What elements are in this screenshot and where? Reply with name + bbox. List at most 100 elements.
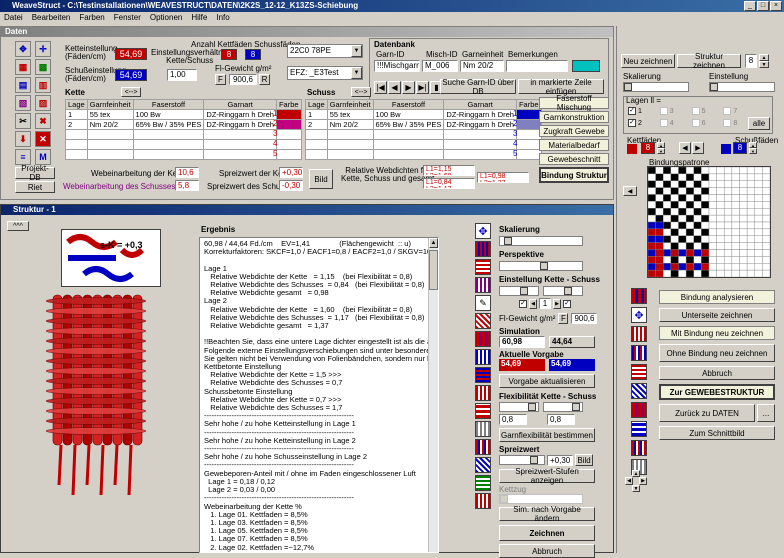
patrone-cell[interactable]	[678, 201, 687, 209]
patrone-cell[interactable]	[724, 194, 733, 202]
patrone-cell[interactable]	[754, 208, 763, 216]
slider-thumb[interactable]	[520, 287, 528, 295]
patrone-cell[interactable]	[731, 235, 740, 243]
patrone-cell[interactable]	[663, 208, 672, 216]
patrone-cell[interactable]	[754, 269, 763, 278]
cross-icon[interactable]: ✖	[35, 113, 51, 129]
patrone-cell[interactable]	[746, 208, 755, 216]
patrone-cell[interactable]	[754, 187, 763, 195]
patrone-cell[interactable]	[655, 269, 664, 278]
materialbedarf-button[interactable]: Materialbedarf	[539, 139, 609, 151]
patrone-cell[interactable]	[731, 214, 740, 223]
bindungspatrone-grid[interactable]	[647, 166, 771, 278]
patrone-cell[interactable]	[670, 208, 679, 216]
pen-icon[interactable]: ✎	[475, 295, 491, 311]
stack-icon[interactable]: ≡	[15, 149, 31, 165]
patrone-cell[interactable]	[754, 194, 763, 202]
patrone-cell[interactable]	[647, 228, 656, 236]
patrone-cell[interactable]	[746, 235, 755, 243]
patrone-cell[interactable]	[693, 228, 702, 236]
einst-spin-input[interactable]: 1	[539, 298, 551, 309]
spreizwert-input[interactable]: +0,30	[547, 454, 573, 466]
patrone-cell[interactable]	[685, 256, 694, 264]
table-cell[interactable]: 65% Bw / 35% PES	[132, 119, 205, 130]
patrone-cell[interactable]	[685, 242, 694, 250]
patrone-cell[interactable]	[701, 214, 710, 223]
patrone-cell[interactable]	[739, 166, 748, 175]
patrone-cell[interactable]	[663, 187, 672, 195]
patrone-cell[interactable]	[655, 180, 664, 188]
scissors-icon[interactable]: ✂	[15, 113, 31, 129]
slider-thumb[interactable]	[540, 262, 548, 270]
garneinheit-input[interactable]: Nm 20/2	[460, 60, 504, 72]
pattern-icon[interactable]	[475, 277, 491, 293]
patrone-cell[interactable]	[685, 221, 694, 230]
pattern-icon[interactable]	[475, 421, 491, 437]
patrone-cell[interactable]	[670, 256, 679, 264]
patrone-cell[interactable]	[754, 201, 763, 209]
patrone-cell[interactable]	[716, 249, 725, 257]
webeinarb-kette-input[interactable]: 10,6	[175, 167, 199, 178]
patrone-cell[interactable]	[670, 221, 679, 230]
patrone-cell[interactable]	[647, 242, 656, 250]
patrone-cell[interactable]	[663, 166, 672, 175]
collapse-button[interactable]: ^^^	[7, 221, 29, 231]
patrone-cell[interactable]	[739, 249, 748, 257]
patrone-cell[interactable]	[701, 249, 710, 257]
patrone-cell[interactable]	[724, 235, 733, 243]
patrone-cell[interactable]	[739, 194, 748, 202]
alle-button[interactable]: alle	[748, 117, 770, 130]
patrone-cell[interactable]	[655, 208, 664, 216]
patrone-cell[interactable]	[663, 263, 672, 271]
patrone-cell[interactable]	[678, 242, 687, 250]
patrone-cell[interactable]	[724, 214, 733, 223]
table-row[interactable]	[65, 149, 302, 160]
patrone-cell[interactable]	[701, 187, 710, 195]
patrone-cell[interactable]	[724, 173, 733, 181]
right-arrow-icon[interactable]: ▶	[639, 477, 647, 485]
patrone-cell[interactable]	[754, 214, 763, 223]
patrone-cell[interactable]	[670, 180, 679, 188]
move-icon[interactable]: ✥	[631, 307, 647, 323]
patrone-cell[interactable]	[655, 173, 664, 181]
patrone-cell[interactable]	[670, 201, 679, 209]
abbruch-button[interactable]: Abbruch	[499, 544, 595, 558]
patrone-cell[interactable]	[647, 208, 656, 216]
patrone-cell[interactable]	[739, 269, 748, 278]
neu-zeichnen-button[interactable]: Neu zeichnen	[621, 54, 675, 68]
patrone-cell[interactable]	[716, 228, 725, 236]
menu-info[interactable]: Info	[216, 12, 229, 24]
patrone-cell[interactable]	[724, 256, 733, 264]
left-arrow-icon[interactable]: ◀	[623, 186, 637, 196]
table-row[interactable]	[305, 139, 542, 150]
patrone-cell[interactable]	[724, 221, 733, 230]
patrone-cell[interactable]	[762, 228, 771, 236]
slider-thumb[interactable]	[500, 495, 508, 503]
suche-garn-button[interactable]: Suche Garn-ID über DB	[440, 78, 516, 96]
table-cell[interactable]: Nm 20/2	[326, 119, 374, 130]
patrone-cell[interactable]	[701, 221, 710, 230]
first-record-icon[interactable]: |◀	[374, 81, 387, 94]
table-cell[interactable]: 100 Bw	[372, 109, 445, 120]
pattern-icon[interactable]	[475, 493, 491, 509]
patrone-cell[interactable]	[754, 235, 763, 243]
close-button[interactable]: ×	[770, 1, 782, 11]
einst-schuss-checkbox[interactable]: ✓	[563, 299, 571, 308]
patrone-cell[interactable]	[762, 256, 771, 264]
patrone-cell[interactable]	[708, 214, 717, 223]
pattern-icon[interactable]	[631, 440, 647, 456]
patrone-cell[interactable]	[724, 166, 733, 175]
patrone-cell[interactable]	[724, 269, 733, 278]
patrone-cell[interactable]	[693, 201, 702, 209]
pattern-icon[interactable]	[631, 345, 647, 361]
pattern-icon[interactable]	[475, 385, 491, 401]
slider-thumb[interactable]	[710, 83, 718, 91]
patrone-cell[interactable]	[746, 263, 755, 271]
patrone-cell[interactable]	[693, 242, 702, 250]
table-cell[interactable]: DZ-Ringgarn h Dreh	[443, 109, 517, 120]
patrone-cell[interactable]	[731, 242, 740, 250]
nav-cross-icon[interactable]: ▲ ◀ ▶ ▼	[625, 470, 647, 492]
material-select[interactable]: 22C0 78PE ▼	[287, 44, 363, 58]
patrone-cell[interactable]	[708, 269, 717, 278]
menu-optionen[interactable]: Optionen	[150, 12, 182, 24]
